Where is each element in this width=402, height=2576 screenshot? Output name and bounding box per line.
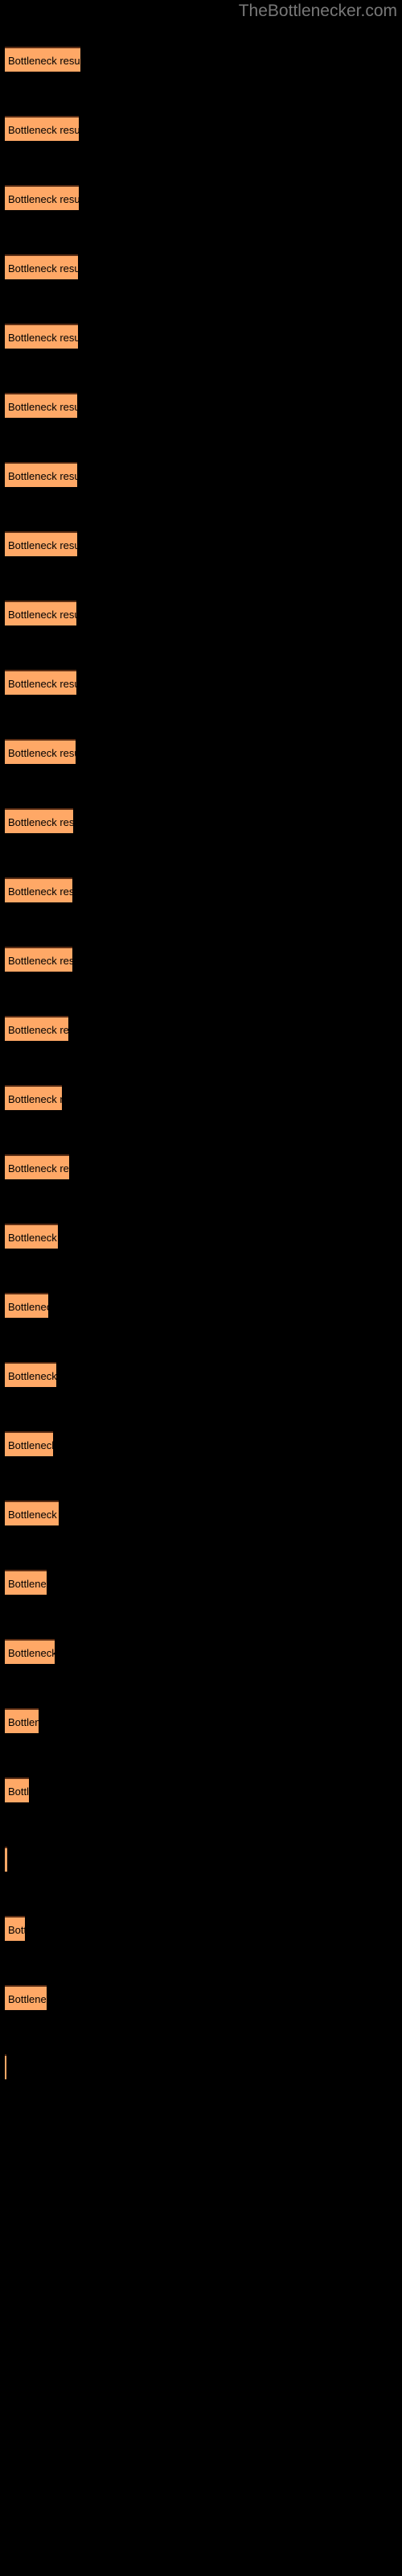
bar-row[interactable]: Bottleneck result [5,1431,53,1456]
bottleneck-bar-chart: TheBottlenecker.com Bottleneck result Bot… [0,0,402,2576]
bar-label: Bottleneck result [8,816,73,828]
bar-row[interactable]: Bottleneck result [5,185,79,210]
bar-row[interactable]: Bottleneck result [5,2054,6,2079]
bar-label: Bottleneck result [8,1301,48,1313]
bar-rect[interactable]: Bottleneck result [5,1708,39,1733]
bar-label: Bottleneck result [8,262,78,275]
bar-rect[interactable]: Bottleneck result [5,1570,47,1595]
bar-label: Bottleneck result [8,539,77,551]
bar-label: Bottleneck result [8,1785,29,1798]
bar-row[interactable]: Bottleneck result [5,1570,47,1595]
bar-row[interactable]: Bottleneck result [5,47,80,72]
bar-label: Bottleneck result [8,609,76,621]
bar-label: Bottleneck result [8,747,76,759]
bar-row[interactable]: Bottleneck result [5,1639,55,1664]
bar-rect[interactable]: Bottleneck result [5,324,78,349]
bar-row[interactable]: Bottleneck result [5,393,77,418]
bar-rect[interactable]: Bottleneck result [5,1293,48,1318]
bar-rect[interactable]: Bottleneck result [5,1016,68,1041]
bar-rect[interactable]: Bottleneck result [5,1362,56,1387]
bar-label: Bottleneck result [8,1162,69,1174]
bar-row[interactable]: Bottleneck result [5,877,72,902]
bar-rect[interactable]: Bottleneck result [5,601,76,625]
bar-row[interactable]: Bottleneck result [5,947,72,972]
bar-label: Bottleneck result [8,1716,39,1728]
bar-row[interactable]: Bottleneck result [5,1985,47,2010]
bar-rect[interactable]: Bottleneck result [5,2054,6,2079]
bar-rect[interactable]: Bottleneck result [5,185,79,210]
bar-rect[interactable]: Bottleneck result [5,670,76,695]
bar-row[interactable]: Bottleneck result [5,1501,59,1525]
bar-row[interactable]: Bottleneck result [5,1847,7,1872]
bar-rect[interactable]: Bottleneck result [5,531,77,556]
bar-label: Bottleneck result [8,55,80,67]
bar-label: Bottleneck result [8,886,72,898]
bar-row[interactable]: Bottleneck result [5,462,77,487]
bar-rect[interactable]: Bottleneck result [5,1639,55,1664]
bar-rect[interactable]: Bottleneck result [5,1501,59,1525]
bar-label: Bottleneck result [8,1578,47,1590]
bar-row[interactable]: Bottleneck result [5,1085,62,1110]
bar-row[interactable]: Bottleneck result [5,254,78,279]
bar-label: Bottleneck result [8,1024,68,1036]
bar-row[interactable]: Bottleneck result [5,670,76,695]
bar-rect[interactable]: Bottleneck result [5,462,77,487]
bar-label: Bottleneck result [8,678,76,690]
bar-rect[interactable]: Bottleneck result [5,1847,7,1872]
bar-rect[interactable]: Bottleneck result [5,1777,29,1802]
bar-rect[interactable]: Bottleneck result [5,947,72,972]
bar-rect[interactable]: Bottleneck result [5,739,76,764]
bar-rect[interactable]: Bottleneck result [5,808,73,833]
bar-row[interactable]: Bottleneck result [5,739,76,764]
bar-label: Bottleneck result [8,401,77,413]
bar-label: Bottleneck result [8,1370,56,1382]
bar-rect[interactable]: Bottleneck result [5,877,72,902]
bar-row[interactable]: Bottleneck result [5,1777,29,1802]
bar-label: Bottleneck result [8,332,78,344]
bar-row[interactable]: Bottleneck result [5,1708,39,1733]
bar-row[interactable]: Bottleneck result [5,1916,25,1941]
bar-label: Bottleneck result [8,1439,53,1451]
bar-row[interactable]: Bottleneck result [5,531,77,556]
bar-rect[interactable]: Bottleneck result [5,116,79,141]
bar-label: Bottleneck result [8,1647,55,1659]
bar-rect[interactable]: Bottleneck result [5,1085,62,1110]
bar-row[interactable]: Bottleneck result [5,116,79,141]
bar-label: Bottleneck result [8,955,72,967]
bar-label: Bottleneck result [8,1993,47,2005]
bar-rect[interactable]: Bottleneck result [5,1985,47,2010]
bar-rect[interactable]: Bottleneck result [5,393,77,418]
bar-label: Bottleneck result [8,470,77,482]
bar-row[interactable]: Bottleneck result [5,1293,48,1318]
bar-row[interactable]: Bottleneck result [5,601,76,625]
bar-label: Bottleneck result [8,1232,58,1244]
bar-rect[interactable]: Bottleneck result [5,1224,58,1249]
bar-row[interactable]: Bottleneck result [5,1224,58,1249]
bar-rect[interactable]: Bottleneck result [5,254,78,279]
bar-rect[interactable]: Bottleneck result [5,1431,53,1456]
bar-label: Bottleneck result [8,1924,25,1936]
bar-row[interactable]: Bottleneck result [5,324,78,349]
bar-row[interactable]: Bottleneck result [5,1362,56,1387]
bar-rect[interactable]: Bottleneck result [5,47,80,72]
bar-rect[interactable]: Bottleneck result [5,1916,25,1941]
bar-label: Bottleneck result [8,193,79,205]
bar-label: Bottleneck result [8,1093,62,1105]
bar-label: Bottleneck result [8,124,79,136]
bar-row[interactable]: Bottleneck result [5,1016,68,1041]
bars-container: Bottleneck result Bottleneck result Bottle… [0,0,402,2576]
bar-label: Bottleneck result [8,1509,59,1521]
bar-row[interactable]: Bottleneck result [5,1154,69,1179]
bar-rect[interactable]: Bottleneck result [5,1154,69,1179]
bar-row[interactable]: Bottleneck result [5,808,73,833]
